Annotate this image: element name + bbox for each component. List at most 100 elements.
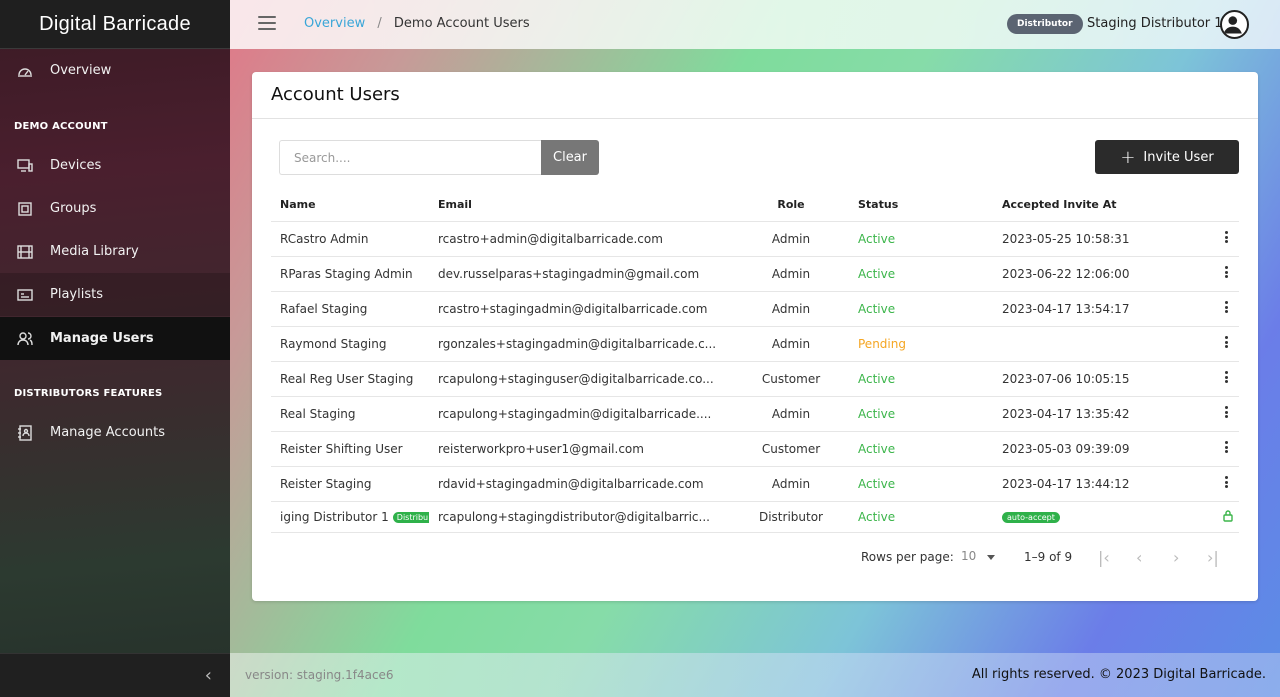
cell-accepted: auto-accept [993,501,1153,533]
more-vertical-icon[interactable] [1225,440,1229,455]
sidebar-item-label: Playlists [50,287,103,302]
sidebar-item-manage-accounts[interactable]: Manage Accounts [0,411,230,454]
pagination-range: 1–9 of 9 [1024,550,1073,564]
column-header-name[interactable]: Name [271,188,429,222]
next-page-icon[interactable]: › [1173,548,1179,567]
cell-accepted: 2023-07-06 10:05:15 [993,361,1153,397]
sidebar-item-label: Overview [50,63,112,78]
menu-icon[interactable] [258,16,276,34]
plus-icon: + [1120,146,1136,168]
cell-accepted: 2023-04-17 13:35:42 [993,396,1153,432]
sidebar: Digital Barricade Overview DEMO ACCOUNT … [0,0,230,697]
more-vertical-icon[interactable] [1225,405,1229,420]
cell-accepted: 2023-05-25 10:58:31 [993,221,1153,257]
table-row[interactable]: RParas Staging Admin dev.russelparas+sta… [271,256,1239,292]
cell-accepted: 2023-05-03 09:39:09 [993,431,1153,467]
invite-user-button[interactable]: + Invite User [1095,140,1239,174]
breadcrumb-current: Demo Account Users [393,16,530,31]
user-avatar-icon [1223,16,1242,34]
cell-role: Customer [747,431,835,467]
column-header-role[interactable]: Role [747,188,835,222]
dashboard-icon [18,67,32,77]
top-bar: Overview / Demo Account Users Distributo… [230,0,1280,49]
cell-status: Active [835,221,993,257]
user-name[interactable]: Staging Distributor 1 [1087,16,1223,31]
table-row[interactable]: Raymond Staging rgonzales+stagingadmin@d… [271,326,1239,362]
chevron-left-icon[interactable]: ‹ [205,665,212,686]
divider [252,118,1258,119]
cell-accepted: 2023-04-17 13:44:12 [993,466,1153,502]
playlist-icon [17,288,33,301]
cell-name-text: iging Distributor 1 [280,509,389,524]
more-vertical-icon[interactable] [1225,300,1229,315]
breadcrumb-overview-link[interactable]: Overview [304,16,365,31]
first-page-icon[interactable]: |‹ [1098,548,1110,567]
table-row[interactable]: Reister Shifting User reisterworkpro+use… [271,431,1239,467]
table-row[interactable]: Reister Staging rdavid+stagingadmin@digi… [271,466,1239,502]
more-vertical-icon[interactable] [1225,265,1229,280]
cell-role: Admin [747,326,835,362]
role-badge: Distributor [1007,14,1083,34]
cell-email: rgonzales+stagingadmin@digitalbarricade.… [429,326,747,362]
search-input[interactable] [279,140,541,175]
sidebar-item-label: Groups [50,201,97,216]
distributor-badge: Distribu [392,511,429,523]
caret-down-icon[interactable] [987,555,995,560]
cell-name: Reister Shifting User [271,431,429,467]
cell-email: rcapulong+stagingdistributor@digitalbarr… [429,501,747,533]
auto-accept-badge: auto-accept [1002,511,1060,523]
users-icon [17,331,33,345]
cell-name: Real Staging [271,396,429,432]
cell-name: RCastro Admin [271,221,429,257]
cell-name: Reister Staging [271,466,429,502]
sidebar-item-manage-users[interactable]: Manage Users [0,317,230,360]
more-vertical-icon[interactable] [1225,370,1229,385]
avatar[interactable] [1220,10,1249,39]
cell-role: Admin [747,256,835,292]
column-header-email[interactable]: Email [429,188,747,222]
last-page-icon[interactable]: ›| [1207,548,1219,567]
cell-accepted: 2023-04-17 13:54:17 [993,291,1153,327]
sidebar-item-overview[interactable]: Overview [0,49,230,92]
column-header-accepted[interactable]: Accepted Invite At [993,188,1153,222]
sidebar-item-devices[interactable]: Devices [0,144,230,187]
more-vertical-icon[interactable] [1225,335,1229,350]
cell-role: Admin [747,291,835,327]
more-vertical-icon[interactable] [1225,475,1229,490]
invite-user-label: Invite User [1143,149,1214,165]
sidebar-item-playlists[interactable]: Playlists [0,273,230,316]
page-title: Account Users [271,84,400,105]
cell-status: Active [835,501,993,533]
cell-role: Admin [747,466,835,502]
cell-role: Customer [747,361,835,397]
table-row[interactable]: Real Staging rcapulong+stagingadmin@digi… [271,396,1239,432]
more-vertical-icon[interactable] [1225,230,1229,245]
footer: version: staging.1f4ace6 All rights rese… [230,653,1280,697]
cell-name: Raymond Staging [271,326,429,362]
cell-accepted [993,326,1153,362]
cell-status: Active [835,431,993,467]
table-row[interactable]: Rafael Staging rcastro+stagingadmin@digi… [271,291,1239,327]
brand-logo[interactable]: Digital Barricade [0,0,230,49]
table-row[interactable]: Real Reg User Staging rcapulong+stagingu… [271,361,1239,397]
cell-status: Active [835,291,993,327]
column-header-status[interactable]: Status [835,188,993,222]
rows-per-page-select[interactable]: 10 [961,549,976,563]
cell-actions [1153,256,1239,292]
copyright-text: All rights reserved. © 2023 Digital Barr… [971,667,1266,682]
table-row[interactable]: iging Distributor 1 Distribu rcapulong+st… [271,501,1239,533]
cell-email: rcapulong+stagingadmin@digitalbarricade.… [429,396,747,432]
sidebar-item-media-library[interactable]: Media Library [0,230,230,273]
cell-actions [1153,361,1239,397]
table-row[interactable]: RCastro Admin rcastro+admin@digitalbarri… [271,221,1239,257]
prev-page-icon[interactable]: ‹ [1136,548,1142,567]
cell-name: RParas Staging Admin [271,256,429,292]
sidebar-item-groups[interactable]: Groups [0,187,230,230]
sidebar-collapse-bar: ‹ [0,653,230,697]
rows-per-page-label: Rows per page: [861,550,954,564]
cell-name: Rafael Staging [271,291,429,327]
sidebar-item-label: Devices [50,158,102,173]
cell-actions [1153,396,1239,432]
cell-status: Active [835,256,993,292]
clear-button[interactable]: Clear [541,140,599,175]
